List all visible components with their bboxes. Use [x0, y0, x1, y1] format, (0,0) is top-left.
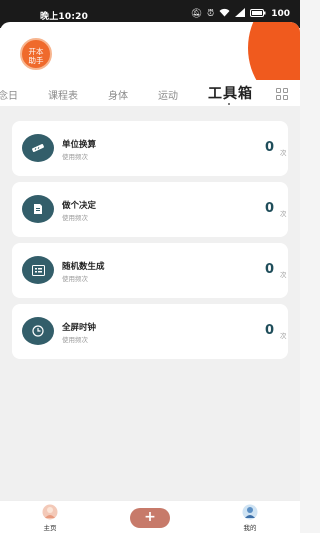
app-header: 开本 助手 [0, 22, 300, 80]
decorative-blob [248, 22, 300, 80]
tab-toolbox[interactable]: 工具箱 [208, 83, 253, 103]
tool-card-unit-conversion[interactable]: 单位换算 使用频次 0 次 [12, 121, 288, 176]
tool-count: 0 [265, 262, 275, 277]
app-logo[interactable]: 开本 助手 [20, 38, 52, 70]
tool-subtitle: 使用频次 [62, 336, 88, 344]
tool-count-unit: 次 [280, 271, 287, 279]
tool-count-unit: 次 [280, 332, 287, 340]
tool-count: 0 [265, 140, 275, 155]
tool-count-unit: 次 [280, 149, 287, 157]
home-avatar-icon [42, 504, 58, 520]
nav-profile-label: 我的 [243, 524, 257, 532]
tool-subtitle: 使用频次 [62, 214, 88, 222]
tool-title: 单位换算 [62, 140, 97, 150]
tab-body[interactable]: 身体 [108, 87, 128, 102]
tab-exercise[interactable]: 运动 [158, 87, 178, 102]
status-icons: 🔕︎ ⏰︎ 100 [191, 8, 290, 20]
logo-text-line2: 助手 [28, 56, 44, 65]
tool-card-random-number[interactable]: 随机数生成 使用频次 0 次 [12, 243, 288, 298]
tool-card-fullscreen-clock[interactable]: 全屏时钟 使用频次 0 次 [12, 304, 288, 359]
add-button[interactable]: + [130, 508, 170, 528]
bottom-nav: 主页 + 我的 [0, 500, 300, 533]
tool-title: 全屏时钟 [62, 323, 97, 333]
battery-icon [250, 8, 266, 20]
status-time: 晚上10:20 [40, 12, 89, 22]
tool-card-decision[interactable]: 做个决定 使用频次 0 次 [12, 182, 288, 237]
ruler-icon [22, 134, 54, 162]
tool-subtitle: 使用频次 [62, 153, 88, 161]
signal-icon [235, 8, 246, 20]
wifi-icon [219, 8, 230, 20]
tab-bar: 念日 课程表 身体 运动 工具箱 [0, 80, 300, 106]
logo-text-line1: 开本 [28, 47, 44, 56]
calculator-icon [22, 256, 54, 284]
nav-home-label: 主页 [43, 524, 57, 532]
document-icon [22, 195, 54, 223]
tool-count: 0 [265, 201, 275, 216]
tool-subtitle: 使用频次 [62, 275, 88, 283]
tab-anniversary[interactable]: 念日 [0, 87, 18, 102]
battery-level: 100 [271, 9, 290, 19]
nav-profile[interactable]: 我的 [235, 504, 265, 532]
tab-schedule[interactable]: 课程表 [48, 87, 78, 102]
tool-count-unit: 次 [280, 210, 287, 218]
tool-list: 单位换算 使用频次 0 次 做个决定 使用频次 0 次 随机数生成 使用频次 0… [0, 106, 300, 500]
grid-menu-icon[interactable] [276, 88, 288, 100]
clock-icon [22, 317, 54, 345]
tab-active-indicator [228, 103, 230, 105]
tool-title: 做个决定 [62, 201, 97, 211]
nav-home[interactable]: 主页 [35, 504, 65, 532]
alarm-icon: ⏰︎ [207, 9, 215, 19]
mute-icon: 🔕︎ [190, 9, 203, 19]
profile-avatar-icon [242, 504, 258, 520]
tool-count: 0 [265, 323, 275, 338]
tool-title: 随机数生成 [62, 262, 105, 272]
